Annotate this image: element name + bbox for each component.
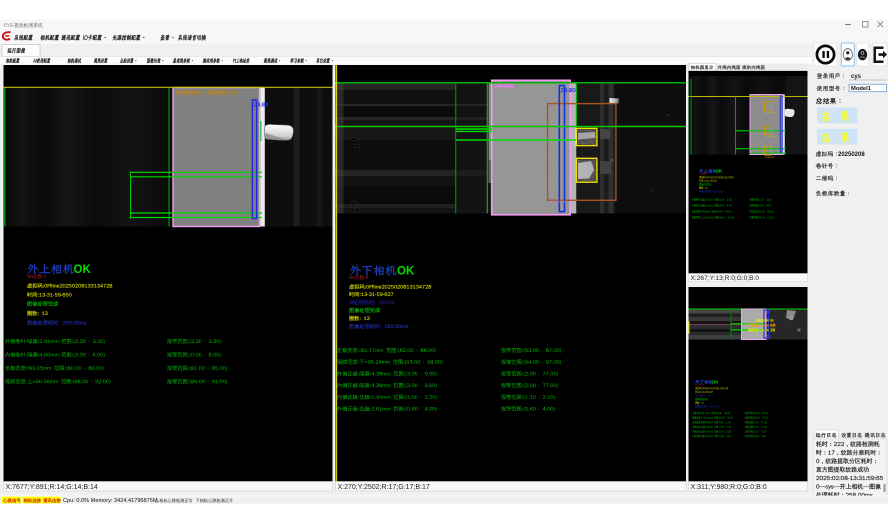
svg-text:X:267;Y:13;R:0;G:0;B:0: X:267;Y:13;R:0;G:0;B:0 xyxy=(691,275,760,282)
svg-text:Model1: Model1 xyxy=(851,86,872,92)
svg-text:OK: OK xyxy=(712,380,719,385)
svg-text:X:311;Y:980;R:0;G:0;B:0: X:311;Y:980;R:0;G:0;B:0 xyxy=(691,484,767,491)
svg-text:20250208: 20250208 xyxy=(838,152,865,158)
svg-text:OK: OK xyxy=(74,264,92,276)
svg-text:OK: OK xyxy=(397,266,415,278)
svg-text:X:270;Y:2502;R:17;G:17;B:17: X:270;Y:2502;R:17;G:17;B:17 xyxy=(338,484,430,491)
svg-text:Cpu: 0.0% Memory: 3424.4179687: Cpu: 0.0% Memory: 3424.41796875M xyxy=(63,498,158,504)
svg-text:OK: OK xyxy=(716,169,723,174)
svg-text:cys: cys xyxy=(851,74,862,80)
svg-text:X:7677;Y:891;R:14;G:14;B:14: X:7677;Y:891;R:14;G:14;B:14 xyxy=(6,484,98,491)
